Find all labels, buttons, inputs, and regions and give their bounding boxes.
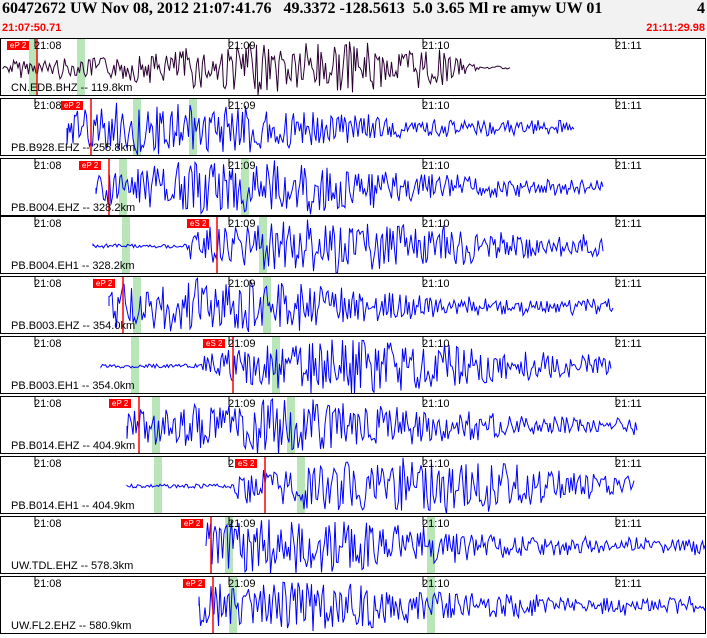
time-tick-label: 21:09 xyxy=(228,40,256,52)
phase-pick-label[interactable]: eP 2 xyxy=(7,41,30,50)
seismogram-panel[interactable]: 21:08 21:09 21:10 21:11 eP 2 PB.B014.EHZ -- 4… xyxy=(0,396,706,454)
time-tick-label: 21:11 xyxy=(615,100,642,112)
seismogram-panel[interactable]: 21:0821:0921:1021:11eS 2PB.B014.EH1 -- 4… xyxy=(0,456,706,514)
waveform-trace xyxy=(100,339,612,393)
time-tick-label: 21:08 xyxy=(34,160,62,172)
time-tick-label: 21:09 xyxy=(228,578,256,590)
page-number: 4 xyxy=(697,0,705,17)
time-tick-label: 21:08 xyxy=(34,218,62,230)
seismogram-panel[interactable]: 21:08 21:09 21:10 21:11 eP 2 PB.B003.EHZ -- 3… xyxy=(0,276,706,334)
station-label: PB.B928.EHZ -- 255.8km xyxy=(11,142,136,154)
station-label: PB.B003.EH1 -- 354.0km xyxy=(11,380,135,392)
station-label: PB.B004.EH1 -- 328.2km xyxy=(11,260,135,272)
time-tick-label: 21:10 xyxy=(422,398,450,410)
end-time: 21:11:29.98 xyxy=(646,22,705,34)
time-tick-label: 21:11 xyxy=(615,278,642,290)
phase-window-marker xyxy=(272,337,280,393)
station-label: CN.EDB.BHZ -- 119.8km xyxy=(11,82,133,94)
phase-pick-label[interactable]: eP 2 xyxy=(61,101,84,110)
waveform-trace xyxy=(66,102,575,155)
waveform-trace xyxy=(126,397,638,453)
time-tick-label: 21:08 xyxy=(34,398,62,410)
time-tick-label: 21:10 xyxy=(422,40,450,52)
seismogram-panel[interactable]: 21:08 21:09 21:10 21:11 eP 2 UW.TDL.EHZ -- 57… xyxy=(0,516,706,574)
time-tick-label: 21:11 xyxy=(615,578,642,590)
seismogram-panel[interactable]: 21:08 21:09 21:10 21:11 eP 2 PB.B928.EHZ -- 2… xyxy=(0,98,706,156)
phase-pick-label[interactable]: eP 2 xyxy=(181,519,204,528)
waveform-trace xyxy=(92,219,604,273)
time-tick-label: 21:11 xyxy=(615,40,642,52)
time-tick-label: 21:10 xyxy=(422,458,450,470)
time-tick-label: 21:11 xyxy=(615,458,642,470)
station-label: PB.B003.EHZ -- 354.0km xyxy=(11,320,136,332)
time-tick-label: 21:10 xyxy=(422,338,450,350)
waveform-trace xyxy=(126,457,635,513)
station-label: UW.TDL.EHZ -- 578.3km xyxy=(11,560,134,572)
seismogram-panel[interactable]: 21:08 21:09 21:10 21:11 eP 2 CN.EDB.BHZ -- 11… xyxy=(0,38,706,96)
phase-pick-label[interactable]: eS 2 xyxy=(187,219,210,228)
time-tick-label: 21:10 xyxy=(422,218,450,230)
start-time: 21:07:50.71 xyxy=(2,22,62,34)
time-tick-label: 21:08 xyxy=(34,458,62,470)
seismogram-panel[interactable]: 21:08 21:09 21:10 21:11 eP 2 UW.FL2.EHZ -- 58… xyxy=(0,576,706,634)
time-tick-label: 21:09 xyxy=(228,338,256,350)
phase-pick-label[interactable]: eP 2 xyxy=(79,161,102,170)
seismogram-panels: 21:08 21:09 21:10 21:11 eP 2 CN.EDB.BHZ -- 11… xyxy=(0,38,707,638)
time-tick-label: 21:09 xyxy=(228,278,256,290)
time-tick-label: 21:11 xyxy=(615,398,642,410)
time-tick-label: 21:11 xyxy=(615,338,642,350)
time-tick-label: 21:11 xyxy=(615,218,642,230)
time-tick-label: 21:08 xyxy=(34,40,62,52)
phase-pick-label[interactable]: eP 2 xyxy=(93,279,116,288)
header-bar: 60472672 UW Nov 08, 2012 21:07:41.76 49.… xyxy=(0,0,707,38)
phase-pick-label[interactable]: eP 2 xyxy=(109,399,132,408)
time-tick-label: 21:08 xyxy=(34,338,62,350)
time-tick-label: 21:08 xyxy=(34,578,62,590)
time-tick-label: 21:09 xyxy=(228,398,256,410)
time-tick-label: 21:08 xyxy=(34,278,62,290)
time-tick-label: 21:10 xyxy=(422,160,450,172)
time-tick-label: 21:10 xyxy=(422,100,450,112)
seismogram-panel[interactable]: 21:08 21:09 21:10 21:11 eP 2 PB.B004.EHZ -- 3… xyxy=(0,158,706,216)
station-label: PB.B014.EHZ -- 404.9km xyxy=(11,440,136,452)
waveform-trace xyxy=(108,277,614,333)
time-tick-label: 21:10 xyxy=(422,278,450,290)
phase-pick-label[interactable]: eS 2 xyxy=(235,459,258,468)
time-tick-label: 21:09 xyxy=(228,518,256,530)
event-title: 60472672 UW Nov 08, 2012 21:07:41.76 49.… xyxy=(2,0,603,17)
time-tick-label: 21:08 xyxy=(34,518,62,530)
time-tick-label: 21:08 xyxy=(34,100,62,112)
station-label: PB.B014.EH1 -- 404.9km xyxy=(11,500,135,512)
time-tick-label: 21:09 xyxy=(228,160,256,172)
phase-pick-label[interactable]: eS 2 xyxy=(203,339,226,348)
station-label: UW.FL2.EHZ -- 580.9km xyxy=(11,620,132,632)
time-tick-label: 21:09 xyxy=(228,218,256,230)
time-tick-label: 21:10 xyxy=(422,518,450,530)
station-label: PB.B004.EHZ -- 328.2km xyxy=(11,202,136,214)
time-tick-label: 21:11 xyxy=(615,518,642,530)
waveform-trace xyxy=(95,160,604,215)
time-tick-label: 21:11 xyxy=(615,160,642,172)
seismogram-panel[interactable]: 21:08 21:09 21:10 21:11 eS 2 PB.B003.EH1 -- 3… xyxy=(0,336,706,394)
time-tick-label: 21:09 xyxy=(228,100,256,112)
time-tick-label: 21:10 xyxy=(422,578,450,590)
seismogram-panel[interactable]: 21:08 21:09 21:10 21:11 eS 2 PB.B004.EH1 -- 3… xyxy=(0,216,706,274)
phase-pick-label[interactable]: eP 2 xyxy=(183,579,206,588)
